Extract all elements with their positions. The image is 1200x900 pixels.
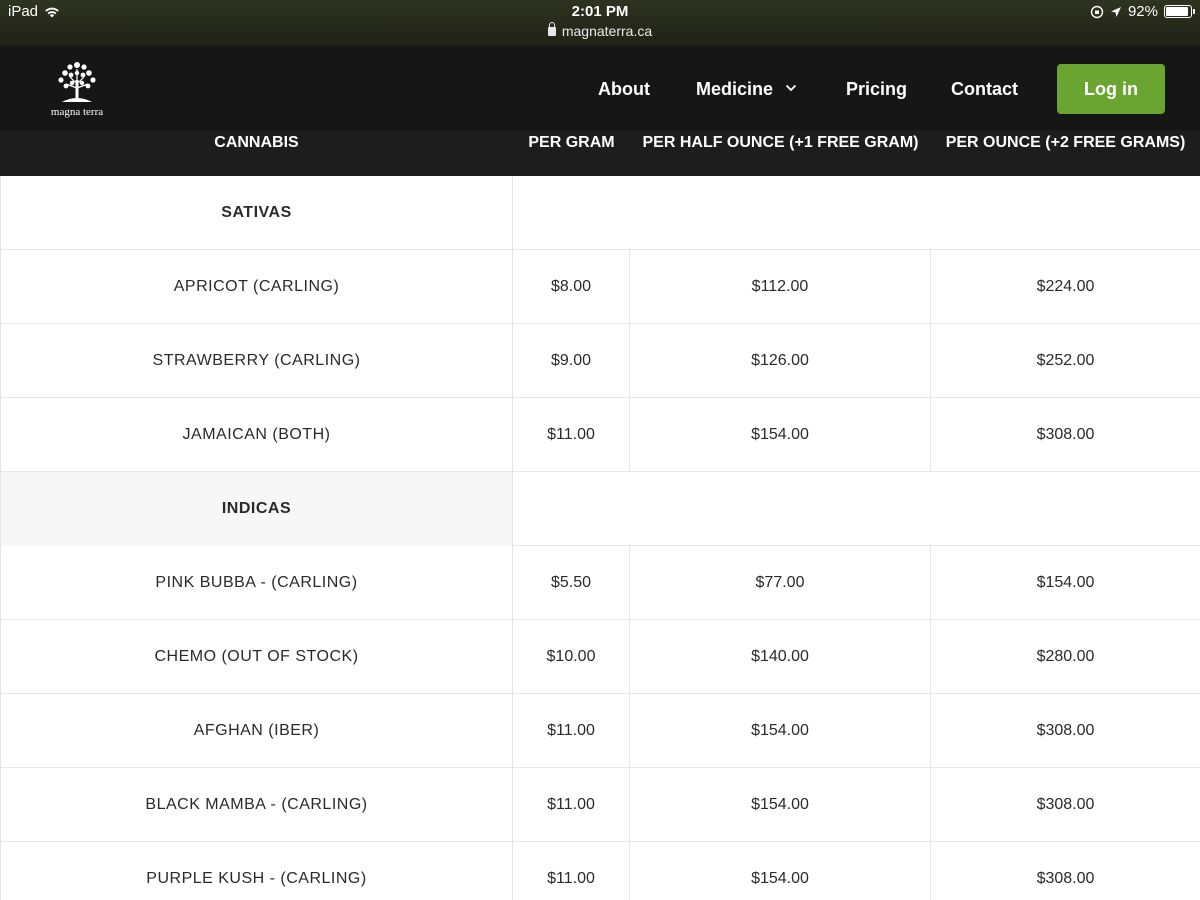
price-half-ounce: $154.00 (630, 694, 931, 768)
header-cannabis: CANNABIS (214, 134, 299, 151)
strain-name: APRICOT (CARLING) (0, 250, 513, 324)
price-per-gram: $11.00 (513, 398, 630, 472)
battery-percent: 92% (1127, 3, 1158, 20)
table-row: CHEMO (OUT OF STOCK) $10.00 $140.00 $280… (0, 620, 1200, 694)
strain-name: BLACK MAMBA - (CARLING) (0, 768, 513, 842)
table-row: BLACK MAMBA - (CARLING) $11.00 $154.00 $… (0, 768, 1200, 842)
orientation-lock-icon (1090, 5, 1104, 18)
battery-icon (1164, 5, 1195, 18)
price-half-ounce: $140.00 (630, 620, 931, 694)
header-per-gram: PER GRAM (528, 134, 615, 151)
table-row: JAMAICAN (BOTH) $11.00 $154.00 $308.00 (0, 398, 1200, 472)
price-half-ounce: $154.00 (630, 768, 931, 842)
price-per-gram: $9.00 (513, 324, 630, 398)
price-ounce: $308.00 (1036, 870, 1095, 887)
pricing-table: SATIVAS APRICOT (CARLING) $8.00 $112.00 … (0, 176, 1200, 900)
strain-name: PINK BUBBA - (CARLING) (0, 546, 513, 620)
page: iPad 2:01 PM magnaterra.ca 92% magna ter… (0, 0, 1200, 900)
price-ounce: $252.00 (1036, 352, 1095, 369)
section-label: SATIVAS (0, 176, 513, 250)
strain-name: JAMAICAN (BOTH) (0, 398, 513, 472)
table-header: CANNABIS PER GRAM PER HALF OUNCE (+1 FRE… (0, 130, 1200, 176)
price-half-ounce: $112.00 (630, 250, 931, 324)
price-half-ounce: $126.00 (630, 324, 931, 398)
strain-name: PURPLE KUSH - (CARLING) (0, 842, 513, 900)
price-per-gram: $10.00 (513, 620, 630, 694)
chevron-down-icon (785, 84, 797, 92)
price-half-ounce: $77.00 (630, 546, 931, 620)
strain-name: AFGHAN (IBER) (0, 694, 513, 768)
strain-name: STRAWBERRY (CARLING) (0, 324, 513, 398)
price-ounce: $308.00 (1036, 796, 1095, 813)
price-per-gram: $11.00 (513, 768, 630, 842)
price-ounce: $280.00 (1036, 648, 1095, 665)
table-row: STRAWBERRY (CARLING) $9.00 $126.00 $252.… (0, 324, 1200, 398)
header-per-ounce: PER OUNCE (+2 FREE GRAMS) (945, 134, 1186, 151)
status-bar: iPad 2:01 PM magnaterra.ca 92% (0, 0, 1200, 46)
price-per-gram: $5.50 (513, 546, 630, 620)
section-row-sativas: SATIVAS (0, 176, 1200, 250)
site-header: magna terra About Medicine Pricing Conta… (0, 46, 1200, 130)
section-row-indicas: INDICAS (0, 472, 1200, 546)
url-text: magnaterra.ca (561, 23, 653, 39)
login-button[interactable]: Log in (1057, 64, 1165, 114)
table-row: AFGHAN (IBER) $11.00 $154.00 $308.00 (0, 694, 1200, 768)
price-per-gram: $8.00 (513, 250, 630, 324)
price-ounce: $224.00 (1036, 278, 1095, 295)
main-nav: About Medicine Pricing Contact (0, 46, 1200, 130)
nav-about[interactable]: About (598, 79, 650, 100)
location-arrow-icon (1110, 6, 1121, 17)
nav-medicine-label: Medicine (696, 79, 774, 99)
table-row: PINK BUBBA - (CARLING) $5.50 $77.00 $154… (0, 546, 1200, 620)
price-ounce: $308.00 (1036, 722, 1095, 739)
table-row: PURPLE KUSH - (CARLING) $11.00 $154.00 $… (0, 842, 1200, 900)
price-half-ounce: $154.00 (630, 842, 931, 900)
nav-medicine[interactable]: Medicine (696, 79, 797, 100)
address-bar[interactable]: magnaterra.ca (0, 22, 1200, 39)
status-right: 92% (1090, 3, 1195, 20)
strain-name: CHEMO (OUT OF STOCK) (0, 620, 513, 694)
section-label: INDICAS (0, 472, 513, 546)
lock-icon (547, 22, 556, 36)
price-per-gram: $11.00 (513, 842, 630, 900)
nav-pricing[interactable]: Pricing (846, 79, 907, 100)
status-time: 2:01 PM (571, 3, 629, 20)
header-per-half-ounce: PER HALF OUNCE (+1 FREE GRAM) (642, 134, 919, 151)
price-ounce: $154.00 (1036, 574, 1095, 591)
price-per-gram: $11.00 (513, 694, 630, 768)
price-ounce: $308.00 (1036, 426, 1095, 443)
table-row: APRICOT (CARLING) $8.00 $112.00 $224.00 (0, 250, 1200, 324)
nav-contact[interactable]: Contact (951, 79, 1018, 100)
price-half-ounce: $154.00 (630, 398, 931, 472)
